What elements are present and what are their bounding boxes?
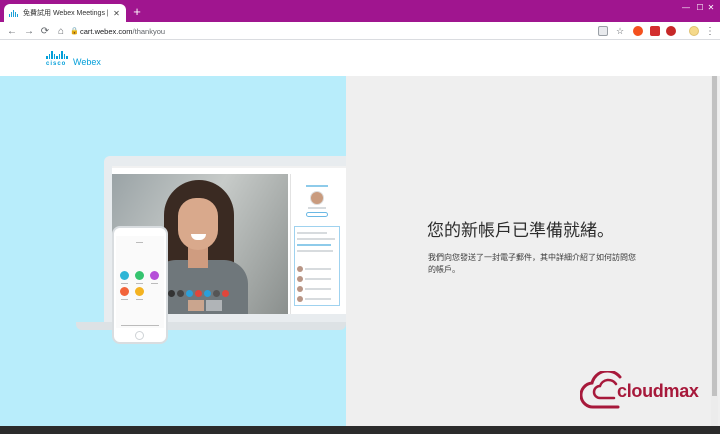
page-title: 您的新帳戶已準備就緒。 — [427, 221, 614, 240]
webex-wordmark: Webex — [73, 57, 101, 67]
side-panel-text — [297, 232, 327, 234]
side-panel-text — [305, 278, 331, 280]
side-panel-text — [305, 288, 331, 290]
profile-avatar[interactable] — [689, 26, 699, 36]
browser-titlebar: 免費試用 Webex Meetings | —下 ✕ + — ☐ ✕ — [0, 0, 720, 22]
page-scrollbar-thumb[interactable] — [712, 76, 717, 396]
cisco-webex-logo[interactable] — [46, 51, 68, 59]
address-bar[interactable]: 🔒 cart.webex.com/thankyou — [70, 24, 630, 38]
home-button[interactable]: ⌂ — [54, 24, 68, 38]
browser-toolbar: ← → ⟳ ⌂ 🔒 cart.webex.com/thankyou ☆ ⋮ — [0, 22, 720, 40]
minimize-icon — [658, 0, 686, 14]
translate-icon[interactable] — [598, 26, 608, 36]
phone-text — [121, 283, 128, 284]
side-panel-text — [297, 244, 331, 246]
side-panel-text — [305, 298, 331, 300]
phone-screen — [116, 236, 164, 328]
phone-text — [136, 299, 143, 300]
phone-text — [136, 242, 143, 243]
url-path: /thankyou — [132, 26, 166, 36]
phone-contact-avatar — [135, 271, 144, 280]
webex-favicon-icon — [9, 9, 19, 17]
taskbar-edge — [0, 426, 720, 434]
meeting-controls — [168, 290, 229, 297]
participant-avatar — [297, 296, 303, 302]
tab-title: 免費試用 Webex Meetings | —下 — [23, 10, 108, 17]
extension-shield-icon[interactable] — [650, 26, 660, 36]
cisco-wordmark: cisco — [46, 61, 67, 67]
phone-home-button — [135, 331, 144, 340]
lock-icon: 🔒 — [70, 28, 79, 35]
back-button[interactable]: ← — [5, 24, 19, 38]
url-text: cart.webex.com/thankyou — [80, 27, 165, 36]
site-header: cisco Webex — [0, 40, 720, 76]
side-panel-button — [306, 212, 328, 217]
side-panel-tab — [306, 185, 328, 187]
phone-contact-avatar — [120, 271, 129, 280]
side-panel-text — [308, 207, 326, 209]
browser-menu-icon[interactable]: ⋮ — [703, 24, 717, 38]
bookmark-star-icon[interactable]: ☆ — [615, 26, 625, 36]
phone-contact-avatar — [150, 271, 159, 280]
phone-nav-bar — [121, 325, 159, 326]
participant-thumbnails — [188, 300, 222, 311]
participant-avatar — [297, 276, 303, 282]
side-panel-text — [305, 268, 331, 270]
phone-text — [121, 299, 128, 300]
cisco-bars-icon — [46, 51, 68, 59]
url-host: cart.webex.com — [80, 26, 133, 36]
side-panel-text — [297, 238, 335, 240]
phone-contact-avatar — [120, 287, 129, 296]
close-window-button[interactable]: ✕ — [702, 0, 720, 14]
participant-avatar — [297, 266, 303, 272]
phone-contact-avatar — [135, 287, 144, 296]
extension-orange-icon[interactable] — [633, 26, 643, 36]
extension-red-icon[interactable] — [666, 26, 676, 36]
confirmation-message: 我們向您發送了一封電子郵件，其中詳細介紹了如何訪問您的帳戶。 — [428, 253, 636, 274]
new-tab-button[interactable]: + — [131, 5, 143, 18]
side-panel-text — [297, 250, 333, 252]
browser-tab[interactable]: 免費試用 Webex Meetings | —下 ✕ — [4, 4, 126, 22]
phone-text — [151, 283, 158, 284]
forward-button[interactable]: → — [22, 24, 36, 38]
reload-button[interactable]: ⟳ — [38, 24, 52, 38]
phone-text — [136, 283, 143, 284]
cloudmax-wordmark: cloudmax — [617, 381, 699, 401]
participant-avatar — [297, 286, 303, 292]
profile-avatar-image — [310, 191, 324, 205]
tab-close-icon[interactable]: ✕ — [112, 9, 121, 18]
